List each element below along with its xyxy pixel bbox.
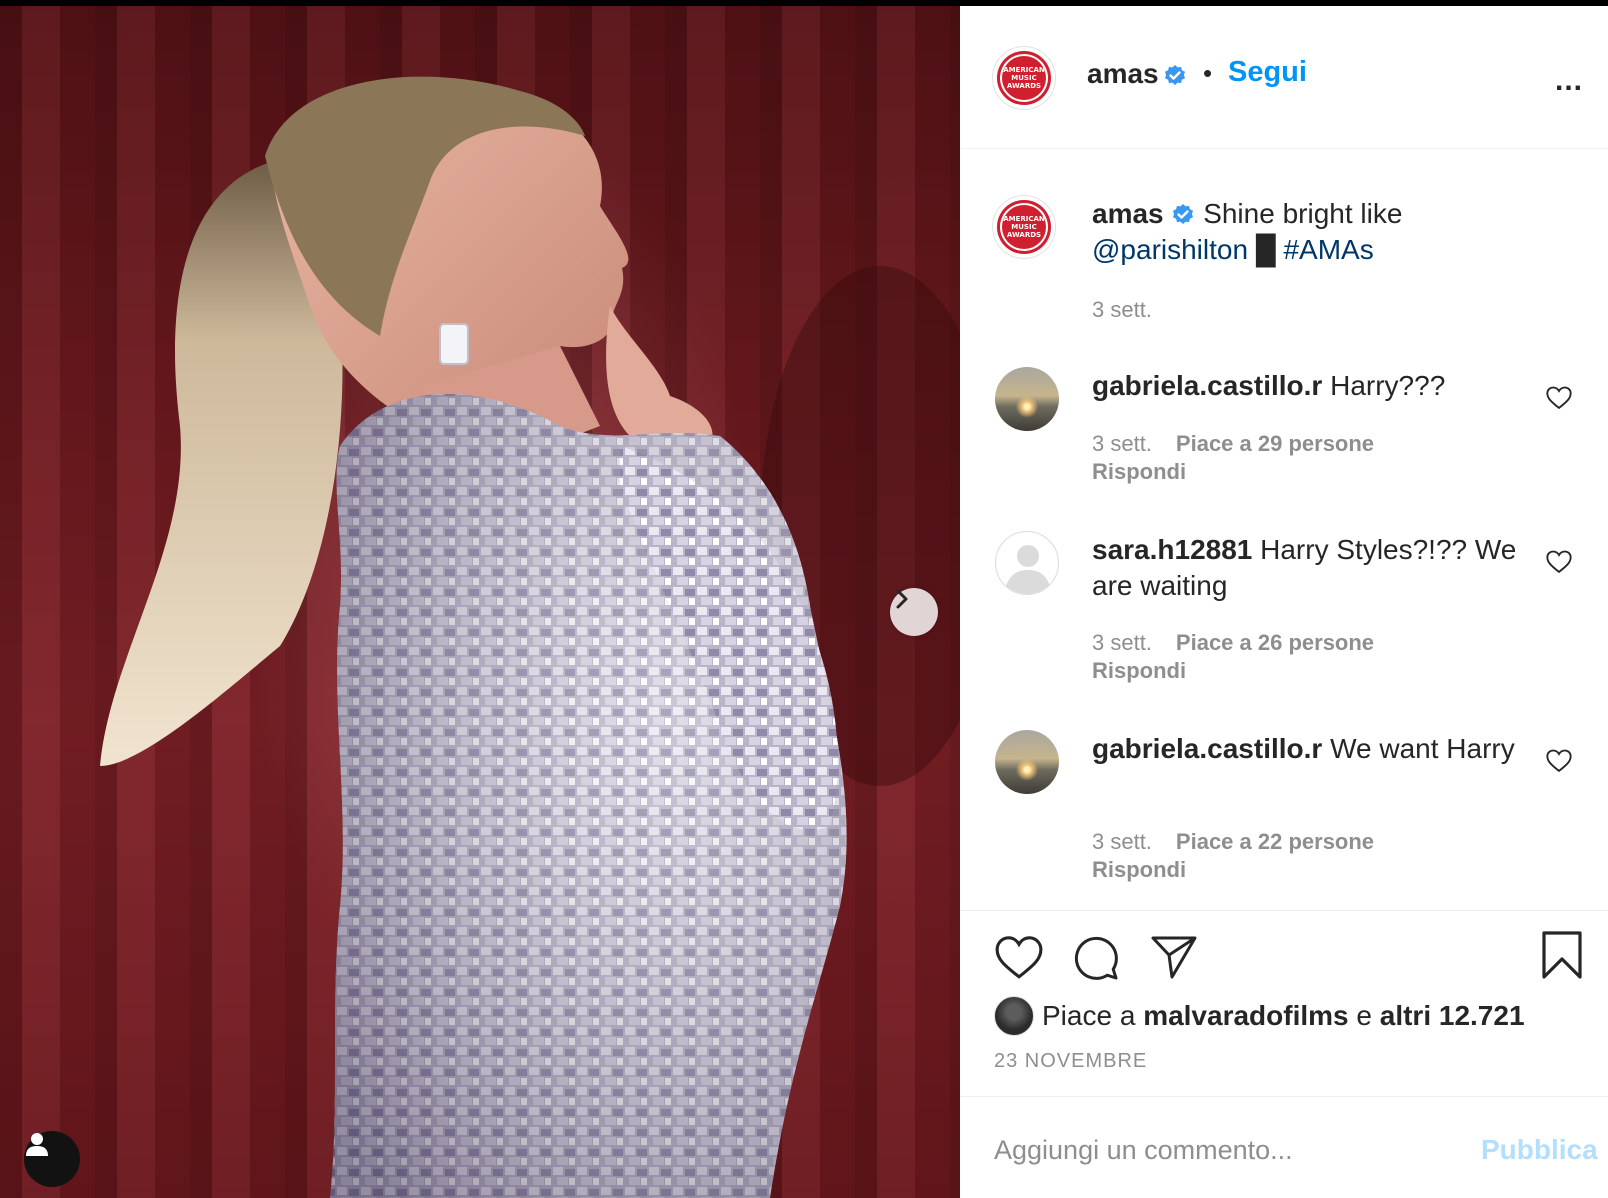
- divider: [960, 1096, 1608, 1097]
- chevron-right-icon: [896, 589, 908, 609]
- heart-icon[interactable]: [994, 934, 1044, 980]
- likes-text: Piace a malvaradofilms e altri 12.721: [1042, 1000, 1525, 1032]
- follow-button[interactable]: Segui: [1228, 56, 1307, 89]
- verified-badge-icon: [1165, 65, 1185, 85]
- brand-logo: AMERICAN MUSIC AWARDS: [997, 200, 1051, 254]
- brand-logo: AMERICAN MUSIC AWARDS: [997, 51, 1051, 105]
- tagged-users-button[interactable]: [24, 1131, 80, 1187]
- heart-icon[interactable]: [1545, 384, 1573, 412]
- verified-badge-icon: [1173, 204, 1194, 224]
- add-comment-input[interactable]: [994, 1130, 1464, 1170]
- liker-avatar[interactable]: [994, 996, 1034, 1036]
- heart-icon[interactable]: [1545, 548, 1573, 576]
- reply-button[interactable]: Rispondi: [1092, 459, 1186, 484]
- comment-time[interactable]: 3 sett.: [1092, 630, 1152, 655]
- caption-text: amas Shine bright like @parishilton █ #A…: [1092, 196, 1532, 268]
- post-details-panel: AMERICAN MUSIC AWARDS amas • Segui ... A…: [960, 6, 1608, 1198]
- account-avatar[interactable]: AMERICAN MUSIC AWARDS: [992, 46, 1056, 110]
- reply-button[interactable]: Rispondi: [1092, 857, 1186, 882]
- caption-meta: 3 sett.: [1092, 296, 1152, 324]
- comment-body: We want Harry: [1330, 733, 1515, 764]
- comment-text: gabriela.castillo.r We want Harry: [1092, 731, 1532, 767]
- comment-username[interactable]: gabriela.castillo.r: [1092, 370, 1322, 401]
- post-date[interactable]: 23 NOVEMBRE: [994, 1050, 1147, 1073]
- comment-time[interactable]: 3 sett.: [1092, 829, 1152, 854]
- gem-emoji: █: [1255, 234, 1276, 265]
- comment-username[interactable]: sara.h12881: [1092, 534, 1252, 565]
- commenter-avatar[interactable]: [995, 730, 1059, 794]
- comment-likes[interactable]: Piace a 29 persone: [1176, 431, 1374, 456]
- comment-bubble-icon[interactable]: [1072, 934, 1120, 982]
- likes-summary[interactable]: Piace a malvaradofilms e altri 12.721: [994, 996, 1525, 1036]
- commenter-avatar[interactable]: [995, 367, 1059, 431]
- publish-button[interactable]: Pubblica: [1481, 1134, 1598, 1166]
- bookmark-icon[interactable]: [1540, 930, 1584, 980]
- logo-text-line1: AMERICAN: [1003, 215, 1045, 223]
- comment-username[interactable]: gabriela.castillo.r: [1092, 733, 1322, 764]
- account-username[interactable]: amas: [1087, 58, 1159, 90]
- likes-joiner: e: [1356, 1000, 1372, 1031]
- ellipsis-icon[interactable]: ...: [1555, 64, 1583, 98]
- logo-text-line2: MUSIC: [1011, 74, 1037, 82]
- default-avatar-icon: [1006, 545, 1050, 594]
- comment-meta: 3 sett. Piace a 29 persone Rispondi: [1092, 430, 1374, 486]
- logo-text-line3: AWARDS: [1006, 231, 1042, 239]
- caption-time[interactable]: 3 sett.: [1092, 297, 1152, 322]
- comments-list[interactable]: AMERICAN MUSIC AWARDS amas Shine bright …: [960, 150, 1608, 910]
- paper-plane-icon[interactable]: [1150, 934, 1198, 980]
- hashtag-link[interactable]: #AMAs: [1283, 234, 1373, 265]
- comment-text: sara.h12881 Harry Styles?!?? We are wait…: [1092, 532, 1532, 604]
- caption-body: Shine bright like: [1203, 198, 1403, 229]
- mention-link[interactable]: @parishilton: [1092, 234, 1248, 265]
- photo-illustration: [100, 76, 960, 1198]
- comment-meta: 3 sett. Piace a 26 persone Rispondi: [1092, 629, 1374, 685]
- post-photo[interactable]: [0, 6, 960, 1198]
- header-separator: •: [1203, 58, 1213, 88]
- logo-text-line2: MUSIC: [1011, 223, 1037, 231]
- comment-body: Harry???: [1330, 370, 1446, 401]
- caption-username[interactable]: amas: [1092, 198, 1164, 229]
- heart-icon[interactable]: [1545, 747, 1573, 775]
- likes-others[interactable]: altri 12.721: [1380, 1000, 1525, 1031]
- divider: [960, 910, 1608, 911]
- reply-button[interactable]: Rispondi: [1092, 658, 1186, 683]
- comment-meta: 3 sett. Piace a 22 persone Rispondi: [1092, 828, 1374, 884]
- comment-time[interactable]: 3 sett.: [1092, 431, 1152, 456]
- commenter-avatar[interactable]: [995, 531, 1059, 595]
- logo-text-line3: AWARDS: [1006, 82, 1042, 90]
- logo-text-line1: AMERICAN: [1003, 66, 1045, 74]
- comment-likes[interactable]: Piace a 22 persone: [1176, 829, 1374, 854]
- comment-text: gabriela.castillo.r Harry???: [1092, 368, 1532, 404]
- next-photo-button[interactable]: [890, 588, 938, 636]
- post-header: AMERICAN MUSIC AWARDS amas • Segui ...: [960, 6, 1608, 149]
- liker-username[interactable]: malvaradofilms: [1143, 1000, 1348, 1031]
- user-tag-icon: [26, 1133, 48, 1156]
- comment-likes[interactable]: Piace a 26 persone: [1176, 630, 1374, 655]
- likes-prefix: Piace a: [1042, 1000, 1136, 1031]
- caption-avatar[interactable]: AMERICAN MUSIC AWARDS: [992, 195, 1056, 259]
